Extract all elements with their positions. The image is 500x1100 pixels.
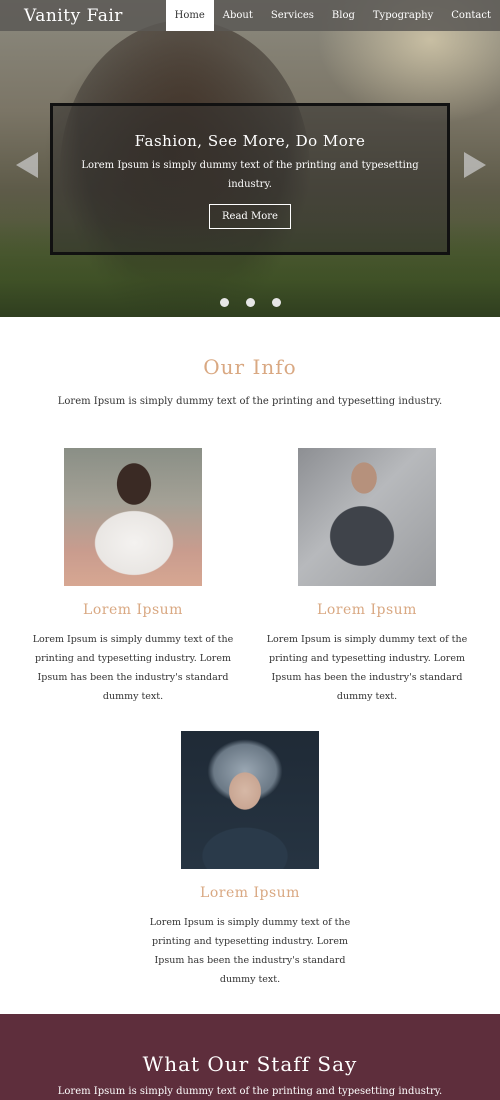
info-card: Lorem Ipsum Lorem Ipsum is simply dummy … [28,448,238,706]
brand-logo[interactable]: Vanity Fair [24,6,123,26]
nav-link-about[interactable]: About [214,0,262,31]
info-intro: Lorem Ipsum is simply dummy text of the … [57,396,443,407]
slider-dot-1[interactable] [219,298,229,307]
nav-link-contact[interactable]: Contact [442,0,500,31]
nav-link-typography[interactable]: Typography [364,0,442,31]
nav-link-blog[interactable]: Blog [323,0,364,31]
slider-dot-3[interactable] [271,298,281,307]
hero-slider: Vanity Fair Home About Services Blog Typ… [0,0,500,317]
nav-link-services[interactable]: Services [262,0,323,31]
nav-links: Home About Services Blog Typography Cont… [165,0,500,31]
slider-dots [0,298,500,307]
info-title: Our Info [203,355,297,379]
hero-caption: Fashion, See More, Do More Lorem Ipsum i… [50,103,450,255]
card-title: Lorem Ipsum [317,602,417,618]
nav-link-home[interactable]: Home [165,0,214,31]
info-card: Lorem Ipsum Lorem Ipsum is simply dummy … [145,731,355,989]
card-title: Lorem Ipsum [200,885,300,901]
card-photo-woman-hood [181,731,319,869]
staff-text: Lorem Ipsum is simply dummy text of the … [57,1086,443,1097]
read-more-button[interactable]: Read More [209,204,291,229]
card-photo-woman-dress [64,448,202,586]
slider-dot-2[interactable] [245,298,255,307]
card-text: Lorem Ipsum is simply dummy text of the … [266,634,468,702]
next-arrow-icon[interactable] [464,152,486,178]
prev-arrow-icon[interactable] [16,152,38,178]
card-photo-man-seated [298,448,436,586]
hero-text: Lorem Ipsum is simply dummy text of the … [81,160,419,190]
navbar: Vanity Fair Home About Services Blog Typ… [0,0,500,31]
staff-section: What Our Staff Say Lorem Ipsum is simply… [0,1014,500,1100]
staff-title: What Our Staff Say [142,1052,358,1076]
card-text: Lorem Ipsum is simply dummy text of the … [32,634,234,702]
info-card: Lorem Ipsum Lorem Ipsum is simply dummy … [262,448,472,706]
card-text: Lorem Ipsum is simply dummy text of the … [149,917,351,985]
card-title: Lorem Ipsum [83,602,183,618]
hero-title: Fashion, See More, Do More [134,132,366,150]
